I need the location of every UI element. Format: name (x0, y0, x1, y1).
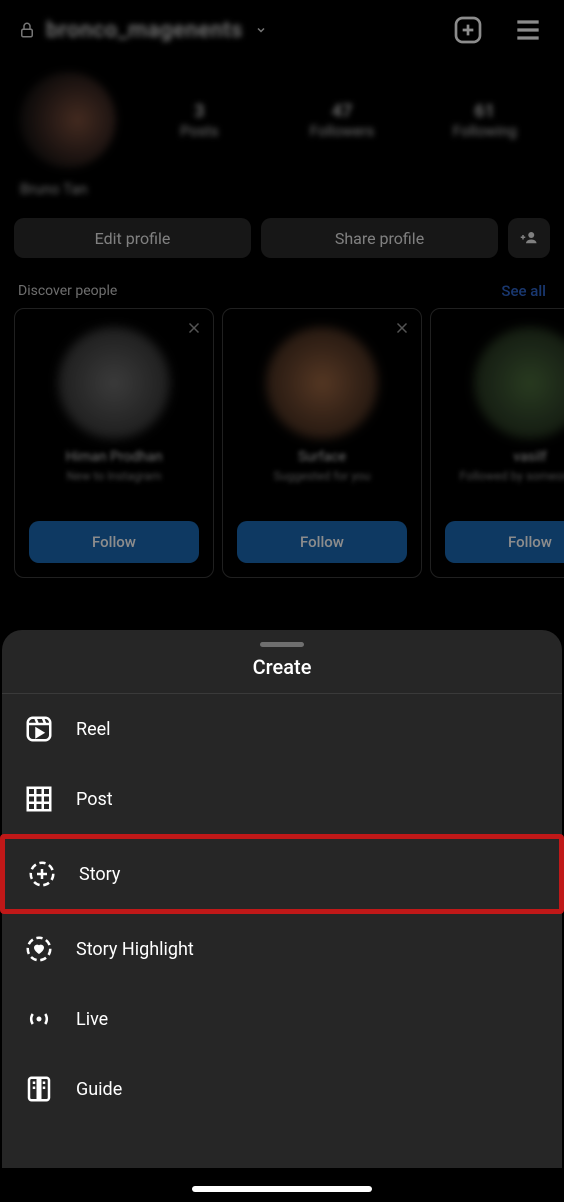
chevron-down-icon (255, 24, 267, 36)
menu-item-live[interactable]: Live (2, 984, 562, 1054)
discover-label: Discover people (18, 283, 117, 299)
card-avatar[interactable] (474, 327, 564, 439)
stat-label: Followers (310, 122, 375, 140)
follow-button[interactable]: Follow (29, 521, 199, 563)
create-bottom-sheet[interactable]: Create Reel Post Story Story Highlight (2, 630, 562, 1168)
card-name: vasilf (513, 449, 546, 465)
live-broadcast-icon (24, 1004, 54, 1034)
profile-buttons-row: Edit profile Share profile (0, 208, 564, 268)
sheet-grabber[interactable] (260, 642, 304, 647)
menu-item-guide[interactable]: Guide (2, 1054, 562, 1124)
reel-icon (24, 714, 54, 744)
card-subtitle: Followed by someone else (453, 469, 564, 483)
button-label: Follow (92, 533, 136, 551)
discover-cards-row[interactable]: Himan Prodhan New to Instagram Follow Su… (0, 308, 564, 578)
card-avatar[interactable] (58, 327, 170, 439)
button-label: Follow (508, 533, 552, 551)
add-friend-icon (518, 229, 540, 247)
card-name: Surface (298, 449, 346, 465)
button-label: Share profile (335, 229, 424, 248)
follow-button[interactable]: Follow (445, 521, 564, 563)
discover-people-header: Discover people See all (0, 268, 564, 308)
sheet-title: Create (2, 655, 562, 694)
home-indicator[interactable] (192, 1186, 372, 1192)
create-menu: Reel Post Story Story Highlight Live (2, 694, 562, 1124)
profile-avatar[interactable] (20, 72, 116, 168)
header-right (452, 14, 544, 46)
profile-header: bronco_magenents (0, 0, 564, 60)
discover-card[interactable]: vasilf Followed by someone else Follow (430, 308, 564, 578)
see-all-link[interactable]: See all (501, 282, 546, 300)
username-label: bronco_magenents (46, 18, 243, 43)
stat-label: Following (453, 122, 517, 140)
stat-followers[interactable]: 47 Followers (283, 101, 402, 140)
stat-following[interactable]: 61 Following (425, 101, 544, 140)
edit-profile-button[interactable]: Edit profile (14, 218, 251, 258)
menu-item-label: Live (76, 1009, 108, 1030)
discover-card[interactable]: Surface Suggested for you Follow (222, 308, 422, 578)
menu-item-story-highlight[interactable]: Story Highlight (2, 914, 562, 984)
menu-item-label: Reel (76, 719, 111, 740)
display-name: Bruno Tan (0, 174, 564, 208)
card-name: Himan Prodhan (66, 449, 163, 465)
menu-item-label: Story (79, 864, 120, 885)
share-profile-button[interactable]: Share profile (261, 218, 498, 258)
stats-row: 3 Posts 47 Followers 61 Following (0, 60, 564, 174)
menu-item-post[interactable]: Post (2, 764, 562, 834)
guide-book-icon (24, 1074, 54, 1104)
menu-item-label: Post (76, 789, 113, 810)
card-avatar[interactable] (266, 327, 378, 439)
grid-icon (24, 784, 54, 814)
card-subtitle: Suggested for you (268, 469, 377, 483)
menu-item-label: Guide (76, 1079, 122, 1100)
lock-icon (18, 19, 36, 41)
follow-button[interactable]: Follow (237, 521, 407, 563)
menu-item-label: Story Highlight (76, 939, 194, 960)
button-label: Edit profile (95, 229, 171, 248)
card-subtitle: New to Instagram (61, 469, 168, 483)
button-label: Follow (300, 533, 344, 551)
stat-num: 3 (194, 101, 204, 122)
header-left[interactable]: bronco_magenents (18, 18, 267, 43)
stat-num: 47 (332, 101, 353, 122)
add-friend-button[interactable] (508, 218, 550, 258)
stat-posts[interactable]: 3 Posts (140, 101, 259, 140)
discover-card[interactable]: Himan Prodhan New to Instagram Follow (14, 308, 214, 578)
highlight-heart-icon (24, 934, 54, 964)
stat-num: 61 (474, 101, 495, 122)
story-add-icon (27, 859, 57, 889)
create-plus-icon[interactable] (452, 14, 484, 46)
menu-item-story[interactable]: Story (0, 834, 564, 914)
menu-item-reel[interactable]: Reel (2, 694, 562, 764)
hamburger-menu-icon[interactable] (512, 14, 544, 46)
close-icon[interactable] (393, 319, 411, 337)
stat-label: Posts (180, 122, 218, 140)
close-icon[interactable] (185, 319, 203, 337)
